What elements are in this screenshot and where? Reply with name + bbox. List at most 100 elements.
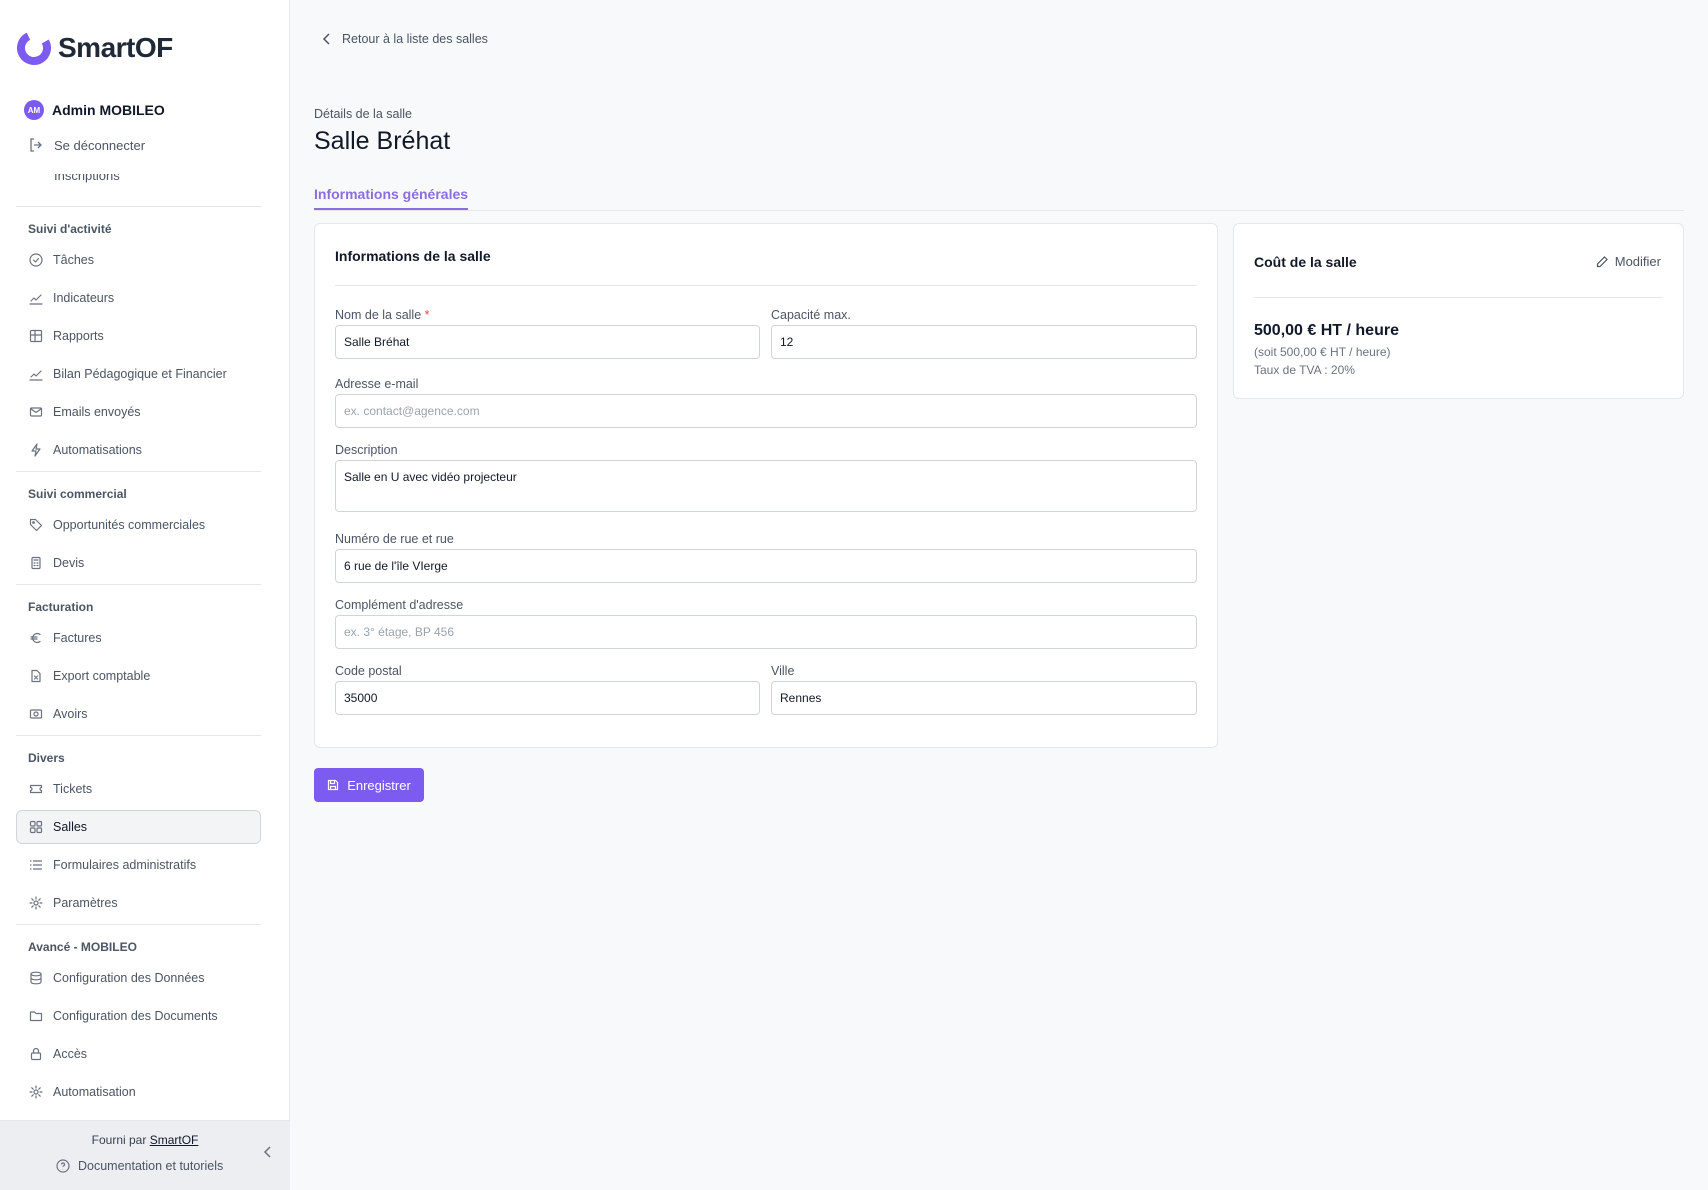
sidebar-item-label: Tâches xyxy=(53,253,94,267)
main-content: Retour à la liste des salles Détails de … xyxy=(290,0,1708,1190)
sidebar-item-label: Formulaires administratifs xyxy=(53,858,197,872)
gear-icon xyxy=(29,1085,43,1099)
check-circle-icon xyxy=(29,253,43,267)
page-subtitle: Détails de la salle xyxy=(314,107,412,121)
chevron-left-icon xyxy=(322,33,330,45)
save-button[interactable]: Enregistrer xyxy=(314,768,424,802)
room-cost-card: Coût de la salle Modifier 500,00 € HT / … xyxy=(1233,223,1684,399)
app-logo[interactable]: SmartOF xyxy=(16,30,173,66)
address-complement-input[interactable] xyxy=(335,615,1197,649)
sidebar-item-label: Rapports xyxy=(53,329,104,343)
edit-label: Modifier xyxy=(1614,254,1661,269)
sidebar-nav[interactable]: Inscriptions Suivi d'activité Tâches Indic… xyxy=(16,174,261,1114)
user-name: Admin MOBILEO xyxy=(52,102,165,118)
collapse-sidebar-icon[interactable] xyxy=(262,1145,274,1162)
sidebar-item-label: Devis xyxy=(53,556,85,570)
sidebar-item-parametres[interactable]: Paramètres xyxy=(16,886,261,920)
sidebar-item-rapports[interactable]: Rapports xyxy=(16,319,261,353)
room-name-label: Nom de la salle * xyxy=(335,308,430,322)
room-info-title: Informations de la salle xyxy=(335,248,491,264)
price-value: 500,00 € HT / heure xyxy=(1254,322,1399,339)
sidebar-item-label: Configuration des Données xyxy=(53,971,205,985)
page-title: Salle Bréhat xyxy=(314,127,451,155)
docs-link[interactable]: Documentation et tutoriels xyxy=(56,1159,223,1173)
back-label: Retour à la liste des salles xyxy=(342,32,488,46)
bolt-icon xyxy=(29,443,43,457)
tabs: Informations générales xyxy=(314,186,1684,211)
help-circle-icon xyxy=(56,1159,70,1173)
chart-line-icon xyxy=(29,367,43,381)
sidebar-item-label: Export comptable xyxy=(53,669,151,683)
email-input[interactable] xyxy=(335,394,1197,428)
required-marker: * xyxy=(424,308,430,322)
sidebar-item-configuration-des-documents[interactable]: Configuration des Documents xyxy=(16,999,261,1033)
sidebar-item-taches[interactable]: Tâches xyxy=(16,243,261,277)
ticket-icon xyxy=(29,782,43,796)
room-name-input[interactable] xyxy=(335,325,760,359)
city-input[interactable] xyxy=(771,681,1197,715)
price-detail: (soit 500,00 € HT / heure) xyxy=(1254,345,1391,359)
sidebar-item-label: Avoirs xyxy=(53,707,88,721)
euro-icon xyxy=(29,631,43,645)
sidebar-item-automatisations[interactable]: Automatisations xyxy=(16,433,261,467)
sidebar-item-label: Paramètres xyxy=(53,896,118,910)
avatar: AM xyxy=(24,100,44,120)
sidebar-item-automatisation[interactable]: Automatisation xyxy=(16,1075,261,1109)
docs-label: Documentation et tutoriels xyxy=(78,1159,224,1173)
street-input[interactable] xyxy=(335,549,1197,583)
nav-section: Suivi d'activité Tâches Indicateurs Rapport… xyxy=(16,206,261,467)
sidebar-item-factures[interactable]: Factures xyxy=(16,621,261,655)
table-icon xyxy=(29,329,43,343)
sidebar-item-indicateurs[interactable]: Indicateurs xyxy=(16,281,261,315)
sidebar-item-label: Factures xyxy=(53,631,102,645)
folder-icon xyxy=(29,1009,43,1023)
nav-section: Facturation Factures Export comptable Avoir… xyxy=(16,584,261,731)
sidebar-nav-list: Suivi d'activité Tâches Indicateurs Rapport… xyxy=(16,174,261,1113)
divider xyxy=(1254,297,1663,298)
street-label: Numéro de rue et rue xyxy=(335,532,454,546)
logout-icon xyxy=(30,138,42,152)
postal-code-input[interactable] xyxy=(335,681,760,715)
sidebar-item-tickets[interactable]: Tickets xyxy=(16,772,261,806)
sidebar-item-salles[interactable]: Salles xyxy=(16,810,261,844)
tab-informations-generales[interactable]: Informations générales xyxy=(314,186,469,210)
logout-link[interactable]: Se déconnecter xyxy=(28,137,145,153)
powered-by-link[interactable]: SmartOF xyxy=(150,1133,199,1147)
grid-icon xyxy=(29,820,43,834)
sidebar-item-opportunites-commerciales[interactable]: Opportunités commerciales xyxy=(16,508,261,542)
sidebar-item-label: Salles xyxy=(53,820,88,834)
nav-section-title: Suivi d'activité xyxy=(28,222,112,236)
sidebar-item-avoirs[interactable]: Avoirs xyxy=(16,697,261,731)
calculator-icon xyxy=(29,556,43,570)
cash-icon xyxy=(29,707,43,721)
edit-cost-button[interactable]: Modifier xyxy=(1595,254,1661,269)
user-menu[interactable]: AM Admin MOBILEO xyxy=(24,100,165,120)
sidebar-item-formulaires-administratifs[interactable]: Formulaires administratifs xyxy=(16,848,261,882)
list-icon xyxy=(29,858,43,872)
powered-by-text: Fourni par xyxy=(91,1133,147,1147)
nav-section: Avancé - MOBILEO Configuration des Donnée… xyxy=(16,924,261,1109)
description-textarea[interactable]: Salle en U avec vidéo projecteur xyxy=(335,460,1197,512)
sidebar-item-label: Opportunités commerciales xyxy=(53,518,206,532)
sidebar-item-acces[interactable]: Accès xyxy=(16,1037,261,1071)
sidebar: SmartOF AM Admin MOBILEO Se déconnecter … xyxy=(0,0,290,1190)
sidebar-item-devis[interactable]: Devis xyxy=(16,546,261,580)
capacity-input[interactable] xyxy=(771,325,1197,359)
sidebar-item-label: Bilan Pédagogique et Financier xyxy=(53,367,227,381)
sidebar-item-configuration-des-donnees[interactable]: Configuration des Données xyxy=(16,961,261,995)
chart-line-icon xyxy=(29,291,43,305)
room-name-label-text: Nom de la salle xyxy=(335,308,422,322)
room-info-card: Informations de la salle Nom de la salle… xyxy=(314,223,1218,748)
save-icon xyxy=(328,779,339,791)
database-icon xyxy=(29,971,43,985)
sidebar-item-emails-envoyes[interactable]: Emails envoyés xyxy=(16,395,261,429)
email-label: Adresse e-mail xyxy=(335,377,419,391)
sidebar-item-export-comptable[interactable]: Export comptable xyxy=(16,659,261,693)
lock-icon xyxy=(29,1047,43,1061)
smartof-logo-icon xyxy=(17,31,51,65)
description-label: Description xyxy=(335,443,398,457)
postal-code-label: Code postal xyxy=(335,664,402,678)
nav-section: Suivi commercial Opportunités commerciale… xyxy=(16,471,261,580)
sidebar-item-bilan-pedagogique-et-financier[interactable]: Bilan Pédagogique et Financier xyxy=(16,357,261,391)
back-link[interactable]: Retour à la liste des salles xyxy=(322,32,488,46)
